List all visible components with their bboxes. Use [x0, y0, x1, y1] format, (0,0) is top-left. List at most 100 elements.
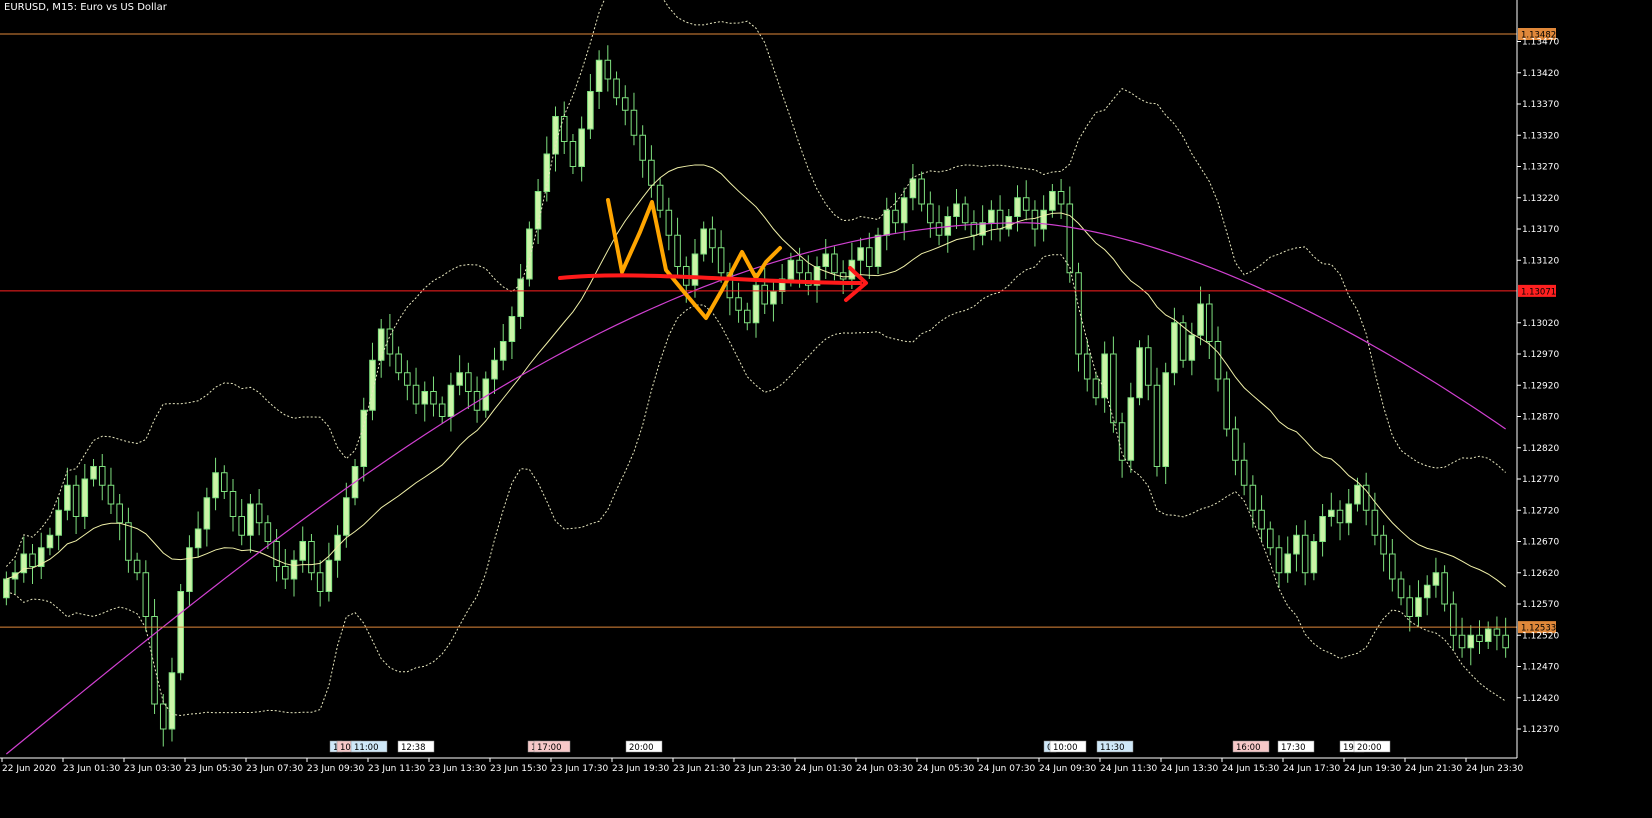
candle	[11, 560, 19, 594]
candle	[1432, 557, 1440, 598]
candle	[421, 381, 429, 422]
y-tick-label: 1.13220	[1522, 194, 1559, 204]
candle	[282, 549, 289, 589]
candle	[1389, 539, 1396, 592]
candle	[1153, 367, 1161, 477]
candle	[107, 467, 115, 514]
candle	[465, 362, 472, 409]
candles-layer	[3, 45, 1509, 747]
candle	[473, 376, 481, 423]
candle	[1075, 262, 1082, 372]
candle	[1397, 571, 1405, 606]
candle	[255, 489, 263, 536]
candle	[133, 552, 141, 581]
candle	[874, 227, 882, 274]
y-tick-label: 1.13370	[1522, 100, 1559, 110]
candle	[299, 526, 307, 573]
time-tag-label: 10:00	[1053, 743, 1078, 753]
candle	[1345, 489, 1353, 536]
candle	[1293, 525, 1300, 572]
candle	[46, 527, 54, 556]
candle	[674, 217, 681, 277]
price-chart[interactable]: 1.134821.130711.12533 1.134701.134201.13…	[0, 0, 1652, 818]
candle	[709, 216, 716, 263]
time-tags-layer: 1 10: 11:00 12:38 1 17:00 20:00 0 10:00 11:30 16:0…	[329, 740, 1391, 753]
candle	[1406, 585, 1414, 632]
candle	[1127, 382, 1135, 473]
candle	[717, 230, 725, 283]
time-tag-label: 20:00	[1357, 743, 1382, 753]
x-tick-label: 24 Jun 11:30	[1100, 764, 1157, 774]
candle	[639, 125, 646, 178]
candle	[621, 85, 629, 126]
candle	[543, 136, 551, 202]
time-tag-label: 17:00	[537, 743, 562, 753]
candle	[778, 264, 786, 304]
candle	[3, 571, 10, 606]
candle	[866, 232, 873, 279]
candle	[1188, 322, 1196, 376]
x-tick-label: 24 Jun 17:30	[1283, 764, 1340, 774]
y-tick-label: 1.12370	[1522, 725, 1559, 735]
candle	[1275, 535, 1283, 588]
candle	[1179, 315, 1187, 368]
candle	[334, 525, 341, 578]
candle	[491, 347, 498, 394]
candle	[935, 205, 943, 246]
candle	[412, 367, 420, 414]
candle	[604, 45, 612, 92]
candle	[194, 511, 202, 558]
time-tag-label: 12:38	[401, 743, 426, 753]
candle	[386, 314, 394, 367]
candle	[1441, 565, 1448, 612]
x-axis-ticks: 22 Jun 2020 23 Jun 01:30 23 Jun 03:30 23 Ju…	[1, 758, 1523, 774]
candle	[360, 397, 368, 482]
candle	[220, 465, 228, 499]
time-tag-label: 16:00	[1236, 743, 1261, 753]
candle	[1205, 294, 1213, 359]
indicators-layer	[5, 0, 1506, 755]
x-tick-label: 23 Jun 07:30	[246, 764, 303, 774]
candle	[438, 396, 446, 424]
candle	[1136, 340, 1143, 406]
x-tick-label: 24 Jun 09:30	[1039, 764, 1096, 774]
candle	[1493, 616, 1501, 651]
x-tick-label: 24 Jun 13:30	[1161, 764, 1218, 774]
candle	[1328, 492, 1335, 527]
x-tick-label: 23 Jun 13:30	[429, 764, 486, 774]
candle	[665, 197, 673, 251]
candle	[55, 497, 62, 551]
moving-average-line	[6, 164, 1506, 588]
price-level-label: 1.13071	[1521, 287, 1556, 297]
candle	[1336, 500, 1344, 541]
candle	[1458, 617, 1466, 658]
candle	[918, 171, 925, 212]
candle	[1214, 326, 1222, 392]
candle	[168, 657, 176, 742]
candle	[892, 192, 899, 233]
y-tick-label: 1.13120	[1522, 256, 1559, 266]
candle	[377, 319, 385, 378]
candle	[1415, 580, 1422, 627]
candle	[1014, 185, 1021, 232]
y-tick-label: 1.13470	[1522, 38, 1559, 48]
candle	[1223, 371, 1230, 437]
annotations-layer	[558, 198, 868, 320]
candle	[813, 256, 821, 303]
x-tick-label: 24 Jun 15:30	[1222, 764, 1279, 774]
candle	[1022, 180, 1030, 221]
x-tick-label: 23 Jun 09:30	[307, 764, 364, 774]
x-tick-label: 24 Jun 23:30	[1466, 764, 1523, 774]
candle	[1197, 286, 1204, 346]
y-tick-label: 1.12520	[1522, 631, 1559, 641]
y-tick-label: 1.12820	[1522, 444, 1559, 454]
candle	[970, 210, 978, 251]
candle	[229, 479, 237, 532]
y-tick-label: 1.12920	[1522, 381, 1559, 391]
x-tick-label: 22 Jun 2020	[2, 764, 56, 774]
candle	[1450, 591, 1457, 651]
candle	[953, 189, 960, 229]
x-tick-label: 24 Jun 07:30	[978, 764, 1035, 774]
x-tick-label: 23 Jun 21:30	[673, 764, 730, 774]
time-tag-label: 11:30	[1100, 743, 1125, 753]
